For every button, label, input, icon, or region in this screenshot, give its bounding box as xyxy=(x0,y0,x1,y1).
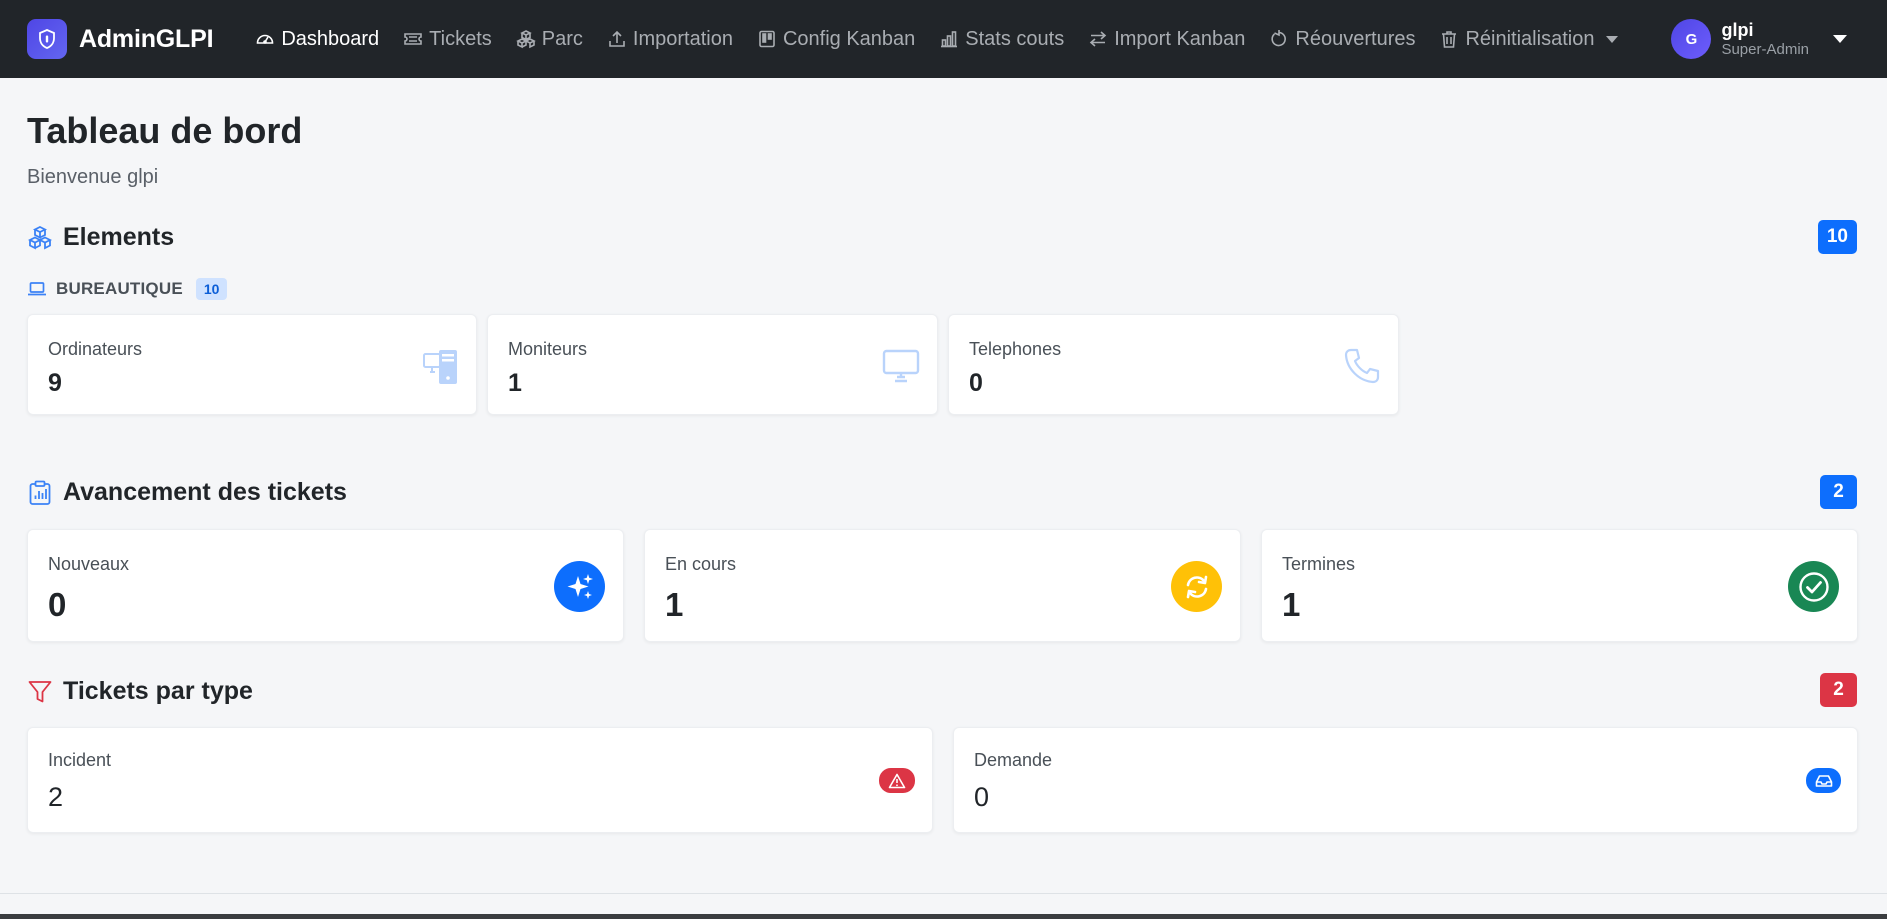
nav-reouvertures-label: Réouvertures xyxy=(1295,27,1416,50)
stars-icon xyxy=(554,561,605,612)
section-elements-title: Elements xyxy=(63,223,175,251)
nav-parc[interactable]: Parc xyxy=(504,19,595,59)
bottom-bar xyxy=(0,914,1887,919)
card-label: Ordinateurs xyxy=(48,339,143,359)
progress-count-badge: 2 xyxy=(1820,475,1857,509)
funnel-icon xyxy=(28,680,52,702)
section-progress-header: Avancement des tickets xyxy=(27,478,347,507)
card-label: Telephones xyxy=(969,339,1062,359)
nav-tickets-label: Tickets xyxy=(429,27,492,50)
brand[interactable]: AdminGLPI xyxy=(27,19,214,59)
elements-count-badge: 10 xyxy=(1817,220,1857,254)
main-nav: Dashboard Tickets Parc Importation Confi… xyxy=(243,19,1630,59)
kanban-icon xyxy=(759,30,775,48)
nav-parc-label: Parc xyxy=(541,27,583,50)
clipboard-chart-icon xyxy=(29,480,51,505)
user-role: Super-Admin xyxy=(1721,41,1809,58)
card-value: 0 xyxy=(969,369,983,397)
pc-display-icon xyxy=(423,350,457,384)
upload-icon xyxy=(609,30,625,47)
nav-import-kanban[interactable]: Import Kanban xyxy=(1076,19,1257,59)
nav-config-kanban[interactable]: Config Kanban xyxy=(745,19,927,59)
warning-icon xyxy=(879,768,915,793)
card-label: Incident xyxy=(48,750,112,770)
card-demande[interactable]: Demande 0 xyxy=(953,727,1858,833)
nav-importation[interactable]: Importation xyxy=(595,19,745,59)
card-nouveaux[interactable]: Nouveaux 0 xyxy=(27,529,624,642)
card-label: Moniteurs xyxy=(508,339,588,359)
user-menu[interactable]: G glpi Super-Admin xyxy=(1671,19,1847,59)
card-termines[interactable]: Termines 1 xyxy=(1261,529,1858,642)
nav-stats-couts[interactable]: Stats couts xyxy=(927,19,1076,59)
card-label: Demande xyxy=(974,750,1053,770)
shield-icon xyxy=(27,19,67,59)
nav-reinitialisation[interactable]: Réinitialisation xyxy=(1427,19,1630,59)
card-en-cours[interactable]: En cours 1 xyxy=(644,529,1241,642)
sync-icon xyxy=(1171,561,1222,612)
telephone-icon xyxy=(1344,348,1380,384)
card-value: 0 xyxy=(48,586,67,623)
footer-divider xyxy=(0,893,1887,894)
nav-reinitialisation-label: Réinitialisation xyxy=(1465,27,1595,50)
bar-chart-icon xyxy=(941,31,958,48)
gauge-icon xyxy=(257,34,274,44)
nav-reouvertures[interactable]: Réouvertures xyxy=(1257,19,1427,59)
card-value: 9 xyxy=(48,369,62,397)
chevron-down-icon xyxy=(1606,35,1619,43)
inbox-icon xyxy=(1806,768,1841,793)
nav-dashboard-label: Dashboard xyxy=(281,27,380,50)
nav-tickets[interactable]: Tickets xyxy=(391,19,504,59)
card-incident[interactable]: Incident 2 xyxy=(27,727,933,833)
page-title: Tableau de bord xyxy=(27,110,303,151)
card-label: Nouveaux xyxy=(48,554,130,574)
nav-dashboard[interactable]: Dashboard xyxy=(243,19,391,59)
user-name: glpi xyxy=(1721,20,1754,40)
nav-stats-couts-label: Stats couts xyxy=(965,27,1065,50)
card-value: 1 xyxy=(508,369,522,397)
rotate-icon xyxy=(1271,30,1287,47)
card-label: En cours xyxy=(665,554,737,574)
card-ordinateurs[interactable]: Ordinateurs 9 xyxy=(27,314,477,415)
boxes-icon xyxy=(515,30,536,49)
nav-importation-label: Importation xyxy=(632,27,733,50)
boxes-icon xyxy=(27,225,53,249)
section-elements-header: Elements xyxy=(27,223,174,252)
types-count-badge: 2 xyxy=(1820,673,1857,707)
category-header: BUREAUTIQUE 10 xyxy=(27,278,228,300)
section-progress-title: Avancement des tickets xyxy=(63,478,347,506)
card-value: 0 xyxy=(974,782,990,812)
page-subtitle: Bienvenue glpi xyxy=(27,166,159,188)
arrows-icon xyxy=(1090,31,1107,47)
check-circle-icon xyxy=(1788,561,1839,612)
laptop-icon xyxy=(28,282,46,296)
brand-name: AdminGLPI xyxy=(79,24,214,53)
top-navbar: AdminGLPI Dashboard Tickets Parc Importa… xyxy=(0,0,1887,78)
category-count-badge: 10 xyxy=(195,278,228,300)
monitor-icon xyxy=(882,349,920,383)
card-label: Termines xyxy=(1282,554,1356,574)
avatar: G xyxy=(1671,19,1712,59)
section-types-header: Tickets par type xyxy=(27,677,253,706)
section-types-title: Tickets par type xyxy=(63,677,253,705)
nav-config-kanban-label: Config Kanban xyxy=(782,27,916,50)
card-moniteurs[interactable]: Moniteurs 1 xyxy=(487,314,938,415)
card-telephones[interactable]: Telephones 0 xyxy=(948,314,1399,415)
card-value: 2 xyxy=(48,782,64,812)
category-title: BUREAUTIQUE xyxy=(56,279,183,298)
trash-icon xyxy=(1442,31,1457,48)
card-value: 1 xyxy=(665,586,684,623)
ticket-icon xyxy=(404,33,422,45)
card-value: 1 xyxy=(1282,586,1301,623)
chevron-down-icon xyxy=(1833,35,1847,43)
nav-import-kanban-label: Import Kanban xyxy=(1114,27,1246,50)
